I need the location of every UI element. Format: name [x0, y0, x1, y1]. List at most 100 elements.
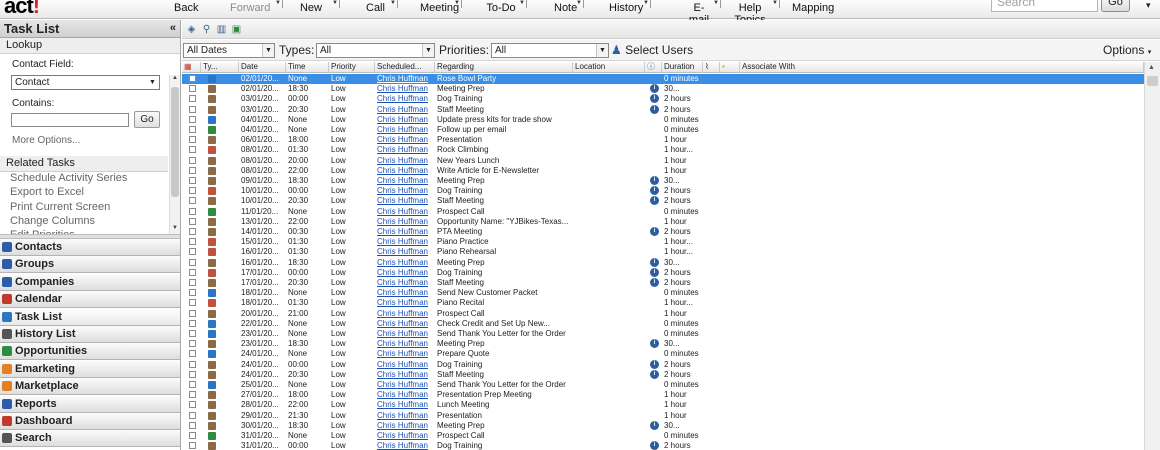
table-row[interactable]: 06/01/20... 18:00 Low Chris Huffman Presenta… — [182, 135, 1144, 145]
toolbar-dropdown-icon[interactable]: ▼ — [772, 0, 778, 6]
cell-scheduled[interactable]: Chris Huffman — [375, 298, 435, 308]
table-row[interactable]: 18/01/20... 01:30 Low Chris Huffman Piano Re… — [182, 298, 1144, 308]
info-icon[interactable]: i — [650, 196, 659, 206]
select-users-button[interactable]: ♟ Select Users — [611, 43, 693, 57]
row-checkbox[interactable] — [189, 411, 196, 419]
cell-scheduled[interactable]: Chris Huffman — [375, 339, 435, 349]
row-checkbox[interactable] — [189, 381, 196, 388]
priorities-filter-select[interactable]: All ▼ — [491, 43, 609, 58]
toolbar-dropdown-icon[interactable]: ▼ — [332, 0, 338, 6]
cell-scheduled[interactable]: Chris Huffman — [375, 196, 435, 206]
nav-item-task-list[interactable]: Task List — [0, 308, 180, 326]
nav-item-groups[interactable]: Groups — [0, 256, 180, 274]
row-checkbox[interactable] — [189, 258, 196, 266]
left-panel-scrollbar[interactable]: ▲ ▼ — [169, 75, 180, 235]
more-options-link[interactable]: More Options... — [12, 135, 80, 146]
column-header-regarding[interactable]: Regarding — [435, 62, 573, 73]
toolbar-mapping-button[interactable]: Mapping — [792, 2, 834, 17]
table-row[interactable]: 08/01/20... 22:00 Low Chris Huffman Write Ar… — [182, 166, 1144, 176]
info-icon[interactable]: i — [650, 359, 659, 369]
row-checkbox[interactable] — [189, 319, 196, 327]
row-checkbox[interactable] — [189, 350, 196, 358]
table-row[interactable]: 04/01/20... None Low Chris Huffman Update pr… — [182, 115, 1144, 125]
toolbar-help-button[interactable]: Help Topics — [724, 2, 776, 26]
lookup-go-button[interactable]: Go — [134, 111, 160, 128]
search-icon[interactable]: ⚲ — [201, 24, 212, 35]
cell-scheduled[interactable]: Chris Huffman — [375, 400, 435, 410]
row-checkbox[interactable] — [189, 197, 196, 205]
table-row[interactable]: 08/01/20... 20:00 Low Chris Huffman New Year… — [182, 156, 1144, 166]
info-icon[interactable]: i — [650, 104, 659, 114]
grid-scrollbar[interactable]: ▲ — [1144, 62, 1160, 450]
table-row[interactable]: 29/01/20... 21:30 Low Chris Huffman Presenta… — [182, 411, 1144, 421]
collapse-panel-icon[interactable]: « — [170, 20, 176, 37]
row-checkbox[interactable] — [189, 391, 196, 399]
scroll-thumb[interactable] — [171, 87, 179, 197]
nav-item-contacts[interactable]: Contacts — [0, 239, 180, 256]
info-icon[interactable]: i — [650, 420, 659, 430]
search-go-button[interactable]: Go — [1101, 0, 1130, 12]
row-checkbox[interactable] — [189, 330, 196, 337]
related-task-item[interactable]: Print Current Screen — [10, 201, 110, 213]
info-icon[interactable]: i — [650, 94, 659, 104]
cell-scheduled[interactable]: Chris Huffman — [375, 390, 435, 400]
toolbar-dropdown-icon[interactable]: ▼ — [275, 0, 281, 6]
column-header-duration[interactable]: Duration — [662, 62, 703, 73]
toolbar-todo-button[interactable]: To-Do — [485, 2, 517, 17]
nav-item-emarketing[interactable]: Emarketing — [0, 360, 180, 378]
column-header-info[interactable]: ⓘ — [645, 62, 662, 73]
row-checkbox[interactable] — [189, 432, 196, 439]
cell-scheduled[interactable]: Chris Huffman — [375, 421, 435, 431]
scroll-up-icon[interactable]: ▲ — [170, 75, 180, 85]
cell-scheduled[interactable]: Chris Huffman — [375, 360, 435, 370]
cell-scheduled[interactable]: Chris Huffman — [375, 258, 435, 268]
toolbar-back-button[interactable]: Back — [174, 2, 198, 17]
toolbar-email-button[interactable]: E-mail — [684, 2, 714, 26]
row-checkbox[interactable] — [189, 228, 196, 235]
column-header-associate[interactable]: Associate With — [740, 62, 1144, 73]
contact-field-select[interactable]: Contact ▼ — [11, 75, 160, 90]
column-header-lock[interactable]: ▪ — [720, 62, 740, 73]
row-checkbox[interactable] — [189, 105, 196, 113]
types-filter-select[interactable]: All ▼ — [316, 43, 435, 58]
cell-scheduled[interactable]: Chris Huffman — [375, 278, 435, 288]
toolbar-dropdown-icon[interactable]: ▼ — [643, 0, 649, 6]
cell-scheduled[interactable]: Chris Huffman — [375, 84, 435, 94]
table-row[interactable]: 16/01/20... 18:30 Low Chris Huffman Meeting … — [182, 257, 1144, 268]
cell-scheduled[interactable]: Chris Huffman — [375, 411, 435, 421]
row-checkbox[interactable] — [189, 340, 196, 348]
cell-scheduled[interactable]: Chris Huffman — [375, 217, 435, 227]
info-icon[interactable]: i — [650, 278, 659, 287]
table-row[interactable]: 10/01/20... 20:30 Low Chris Huffman Staff Me… — [182, 196, 1144, 206]
toolbar-overflow-icon[interactable]: ▾ — [1146, 0, 1151, 11]
dates-filter-select[interactable]: All Dates ▼ — [183, 43, 275, 58]
cell-scheduled[interactable]: Chris Huffman — [375, 319, 435, 329]
column-header-type[interactable]: Ty... — [201, 62, 239, 73]
table-row[interactable]: 27/01/20... 18:00 Low Chris Huffman Presenta… — [182, 390, 1144, 400]
cell-scheduled[interactable]: Chris Huffman — [375, 349, 435, 359]
row-checkbox[interactable] — [189, 115, 196, 123]
toolbar-dropdown-icon[interactable]: ▼ — [576, 0, 582, 6]
toolbar-dropdown-icon[interactable]: ▼ — [390, 0, 396, 6]
table-row[interactable]: 03/01/20... 20:30 Low Chris Huffman Staff Me… — [182, 104, 1144, 115]
cell-scheduled[interactable]: Chris Huffman — [375, 370, 435, 380]
table-row[interactable]: 02/01/20... 18:30 Low Chris Huffman Meeting … — [182, 84, 1144, 94]
toolbar-new-button[interactable]: New — [299, 2, 323, 17]
nav-item-dashboard[interactable]: Dashboard — [0, 413, 180, 430]
print-icon[interactable]: ◈ — [186, 24, 197, 35]
table-row[interactable]: 31/01/20... None Low Chris Huffman Prospect … — [182, 431, 1144, 441]
toolbar-dropdown-icon[interactable]: ▼ — [519, 0, 525, 6]
row-checkbox[interactable] — [189, 289, 196, 297]
nav-item-search[interactable]: Search — [0, 430, 180, 448]
cell-scheduled[interactable]: Chris Huffman — [375, 94, 435, 104]
row-checkbox[interactable] — [189, 309, 196, 317]
row-checkbox[interactable] — [189, 177, 196, 184]
scroll-up-icon[interactable]: ▲ — [1148, 64, 1155, 71]
cell-scheduled[interactable]: Chris Huffman — [375, 329, 435, 339]
related-task-item[interactable]: Change Columns — [10, 215, 95, 227]
table-row[interactable]: 11/01/20... None Low Chris Huffman Prospect … — [182, 207, 1144, 217]
options-button[interactable]: Options ▾ — [1103, 43, 1151, 57]
table-row[interactable]: 02/01/20... None Low Chris Huffman Rose Bowl… — [182, 74, 1144, 85]
column-header-attach[interactable]: ⌇ — [703, 62, 720, 73]
table-row[interactable]: 17/01/20... 00:00 Low Chris Huffman Dog Trai… — [182, 267, 1144, 278]
